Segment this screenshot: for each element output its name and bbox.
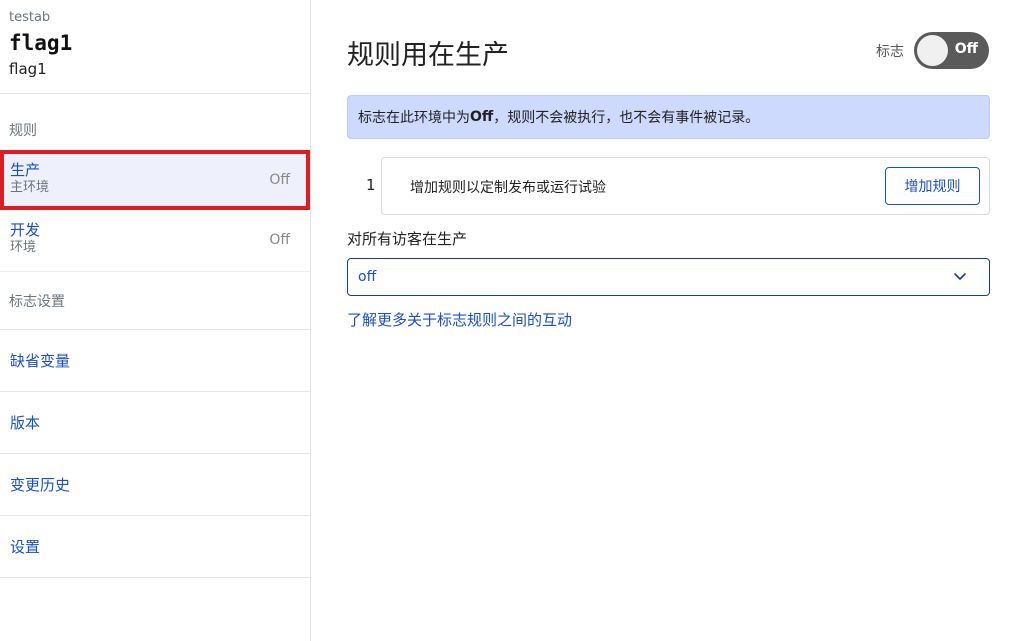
app-root: testab flag1 flag1 规则 生产 主环境 Off 开发 环境 O… <box>0 0 1030 641</box>
env-title: 开发 <box>10 221 41 239</box>
nav-link-change-history[interactable]: 变更历史 <box>0 454 310 516</box>
toggle-state-text: Off <box>954 41 978 57</box>
rules-section-label: 规则 <box>9 123 37 139</box>
fallthrough-variation-select[interactable]: off <box>347 258 990 296</box>
flag-settings-section-label: 标志设置 <box>0 272 310 330</box>
env-status-badge: Off <box>269 232 290 248</box>
flag-toggle-group: 标志 Off <box>876 32 989 69</box>
chevron-down-icon <box>954 273 966 280</box>
env-title: 生产 <box>10 161 41 179</box>
nav-link-settings[interactable]: 设置 <box>0 516 310 578</box>
page-title: 规则用在生产 <box>347 40 509 71</box>
flag-on-off-toggle[interactable]: Off <box>914 32 989 69</box>
main-panel: 规则用在生产 标志 Off 标志在此环境中为 Off ，规则不会被执行，也不会有事件… <box>311 0 1030 641</box>
add-rule-button[interactable]: 增加规则 <box>885 167 980 205</box>
add-rule-prompt: 增加规则以定制发布或运行试验 <box>410 180 606 196</box>
env-item-development[interactable]: 开发 环境 Off <box>0 210 310 272</box>
rule-row: 1 增加规则以定制发布或运行试验 增加规则 <box>347 157 990 215</box>
add-rule-card: 增加规则以定制发布或运行试验 增加规则 <box>381 157 990 215</box>
flag-key: flag1 <box>9 31 73 55</box>
nav-link-default-variations[interactable]: 缺省变量 <box>0 330 310 392</box>
env-subtitle: 环境 <box>10 240 37 255</box>
env-item-production[interactable]: 生产 主环境 Off <box>0 150 310 210</box>
toggle-knob <box>917 35 948 66</box>
env-status-badge: Off <box>269 172 290 188</box>
fallthrough-label: 对所有访客在生产 <box>347 230 468 248</box>
rule-index: 1 <box>366 176 376 194</box>
env-subtitle: 主环境 <box>10 180 50 195</box>
sidebar: testab flag1 flag1 规则 生产 主环境 Off 开发 环境 O… <box>0 0 311 641</box>
banner-bold-state: Off <box>470 109 494 125</box>
project-name: testab <box>9 10 51 25</box>
select-value: off <box>358 269 377 285</box>
flag-header: testab flag1 flag1 <box>0 0 310 94</box>
flag-name: flag1 <box>9 60 47 78</box>
flag-toggle-label: 标志 <box>876 43 904 60</box>
banner-suffix: ，规则不会被执行，也不会有事件被记录。 <box>493 110 760 126</box>
learn-more-link[interactable]: 了解更多关于标志规则之间的互动 <box>347 309 572 330</box>
banner-prefix: 标志在此环境中为 <box>358 110 470 126</box>
flag-off-banner: 标志在此环境中为 Off ，规则不会被执行，也不会有事件被记录。 <box>347 95 990 139</box>
nav-link-versions[interactable]: 版本 <box>0 392 310 454</box>
